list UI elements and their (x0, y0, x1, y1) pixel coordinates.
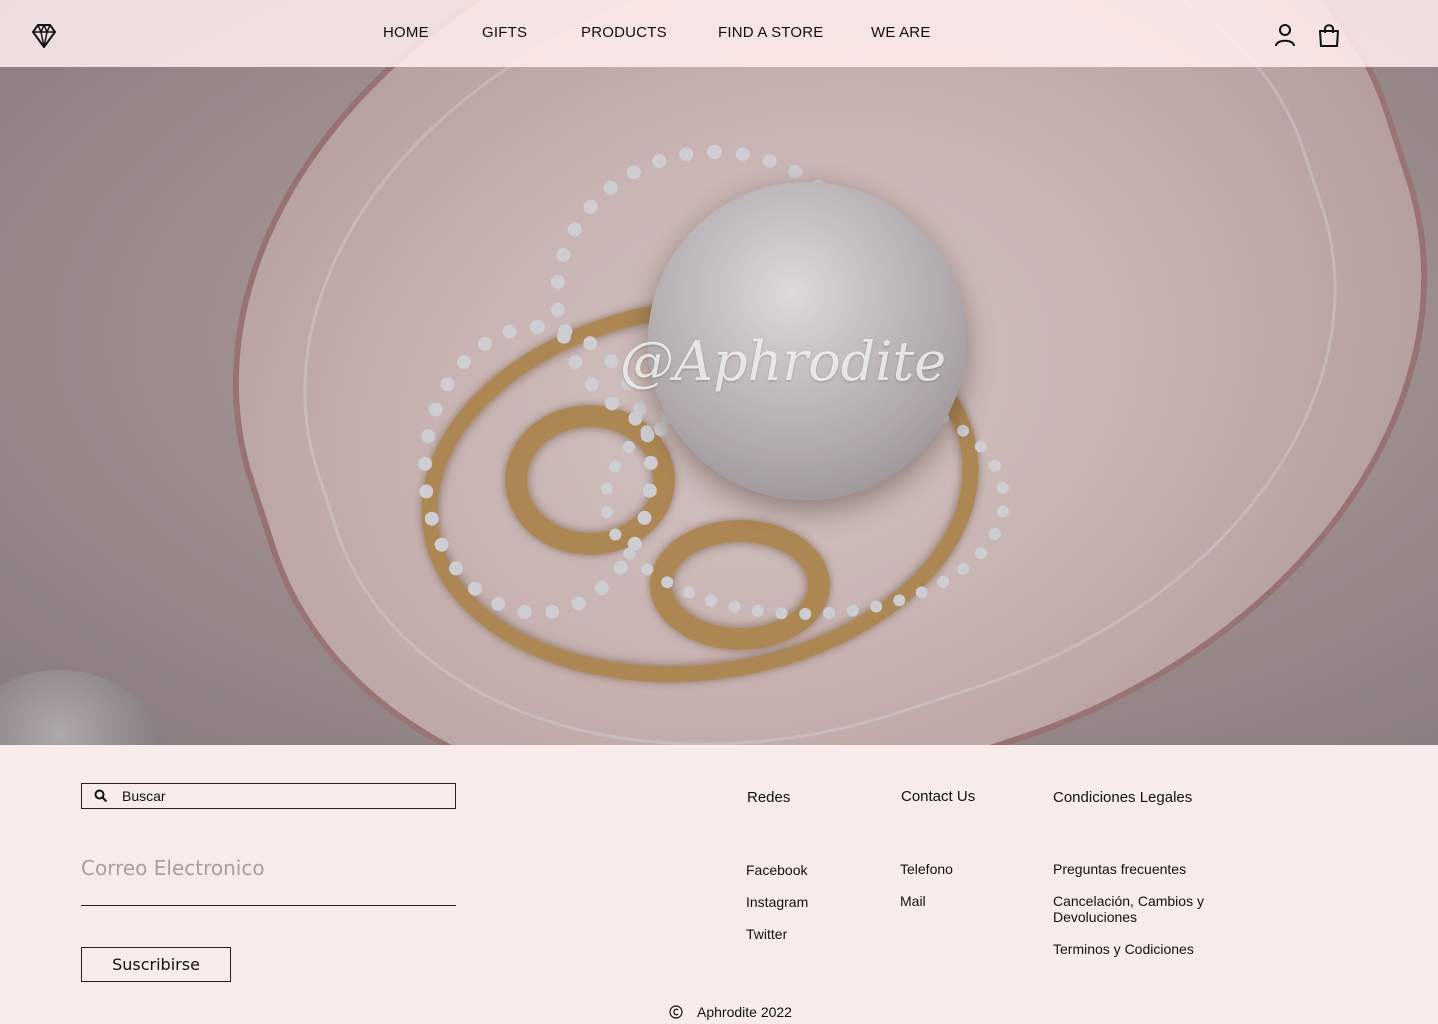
nav-we-are[interactable]: WE ARE (871, 24, 931, 41)
top-navbar: HOME GIFTS PRODUCTS FIND A STORE WE ARE (0, 0, 1438, 67)
search-box[interactable] (81, 783, 456, 809)
instagram-link[interactable]: Instagram (746, 894, 808, 910)
nav-find-a-store[interactable]: FIND A STORE (718, 24, 823, 41)
twitter-link[interactable]: Twitter (746, 926, 787, 942)
copyright-text: Aphrodite 2022 (697, 1004, 792, 1020)
redes-title: Redes (747, 789, 791, 806)
email-field[interactable] (81, 848, 456, 906)
nav-products[interactable]: PRODUCTS (581, 24, 667, 41)
faq-link[interactable]: Preguntas frecuentes (1053, 861, 1186, 877)
telefono-link[interactable]: Telefono (900, 861, 953, 877)
mail-link[interactable]: Mail (900, 893, 926, 909)
search-icon (94, 789, 108, 803)
hero-overlay (0, 67, 1438, 745)
hero-image: @Aphrodite (0, 0, 1438, 745)
copyright: Aphrodite 2022 (669, 1004, 792, 1020)
facebook-link[interactable]: Facebook (746, 862, 807, 878)
search-input[interactable] (122, 787, 442, 805)
shopping-bag-icon[interactable] (1316, 22, 1342, 48)
terms-link[interactable]: Terminos y Codiciones (1053, 941, 1194, 957)
nav-home[interactable]: HOME (383, 24, 429, 41)
legal-title: Condiciones Legales (1053, 789, 1193, 806)
copyright-icon (669, 1005, 683, 1019)
user-icon[interactable] (1272, 22, 1298, 48)
cancellation-link[interactable]: Cancelación, Cambios y Devoluciones (1053, 893, 1228, 925)
subscribe-button[interactable]: Suscribirse (81, 947, 231, 982)
diamond-logo-icon[interactable] (30, 22, 58, 50)
brand-watermark: @Aphrodite (620, 330, 947, 393)
contact-title: Contact Us (901, 788, 976, 805)
nav-gifts[interactable]: GIFTS (482, 24, 527, 41)
